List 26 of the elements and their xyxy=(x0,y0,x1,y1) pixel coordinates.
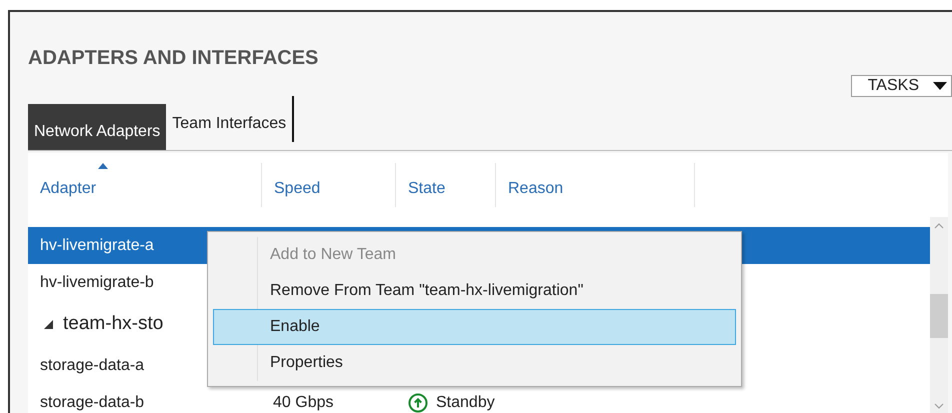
team-name: team-hx-sto xyxy=(63,312,164,336)
caret-icon xyxy=(933,82,947,90)
menu-item[interactable]: Remove From Team "team-hx-livemigration" xyxy=(213,273,736,309)
state-text: Standby xyxy=(436,392,495,412)
scroll-thumb[interactable] xyxy=(930,294,948,338)
tab[interactable]: Team Interfaces xyxy=(166,96,294,142)
menu-item[interactable]: Properties xyxy=(213,345,736,381)
section-title: ADAPTERS AND INTERFACES xyxy=(28,46,318,71)
tab[interactable]: Network Adapters xyxy=(28,104,166,150)
column-header[interactable]: Speed xyxy=(262,163,396,207)
up-arrow-circle-icon xyxy=(408,392,428,412)
scrollbar[interactable] xyxy=(930,217,948,413)
adapter-name: hv-livemigrate-b xyxy=(39,272,155,292)
expanded-triangle-icon[interactable] xyxy=(44,320,53,328)
speed-text: 40 Gbps xyxy=(273,394,334,410)
sort-arrow-icon xyxy=(98,163,108,169)
adapter-name: hv-livemigrate-a xyxy=(39,236,155,256)
menu-item[interactable]: Enable xyxy=(213,309,736,345)
column-header[interactable]: State xyxy=(396,163,496,207)
adapter-name: storage-data-b xyxy=(39,392,146,412)
scroll-down-icon[interactable] xyxy=(934,403,944,409)
tasks-button[interactable]: TASKS xyxy=(850,75,952,97)
scroll-up-icon[interactable] xyxy=(934,223,944,229)
column-header[interactable]: Reason xyxy=(496,163,695,207)
adapter-name: storage-data-a xyxy=(39,356,146,376)
column-header[interactable]: Adapter xyxy=(28,163,262,207)
